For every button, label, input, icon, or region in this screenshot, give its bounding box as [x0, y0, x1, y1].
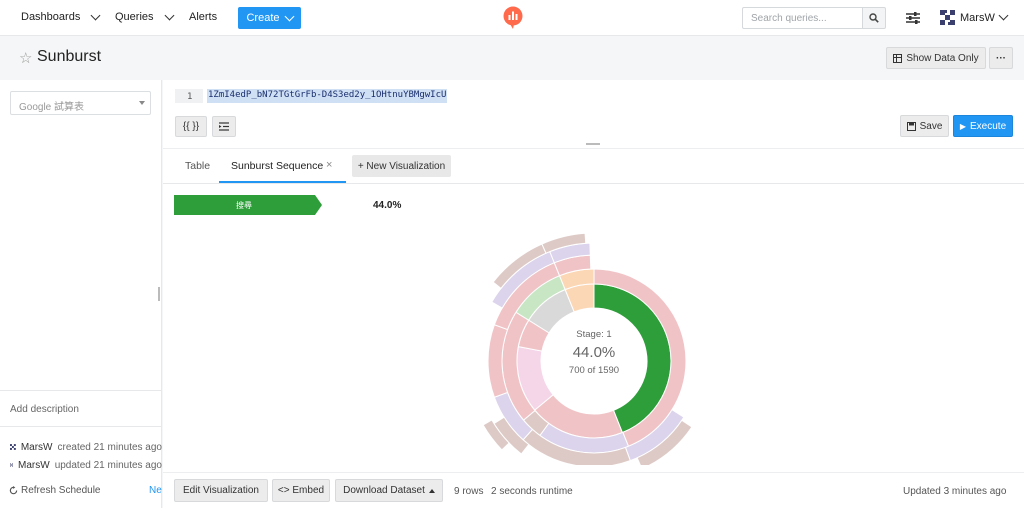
settings-sliders-icon[interactable] [905, 11, 921, 25]
new-visualization-button[interactable]: + New Visualization [352, 155, 451, 177]
edit-visualization-button[interactable]: Edit Visualization [174, 479, 268, 502]
autocomplete-toggle-button[interactable] [212, 116, 236, 137]
show-data-only-label: Show Data Only [906, 52, 979, 64]
save-icon [906, 121, 916, 131]
close-tab-icon[interactable]: × [326, 159, 332, 171]
edit-visualization-label: Edit Visualization [183, 485, 259, 496]
tab-sunburst-sequence[interactable]: Sunburst Sequence [231, 160, 323, 172]
save-button[interactable]: Save [900, 115, 949, 137]
activity-user: MarsW [20, 441, 53, 453]
nav-queries[interactable]: Queries [115, 11, 154, 23]
search-button[interactable] [862, 7, 886, 29]
nav-queries-label: Queries [115, 11, 154, 23]
show-data-only-button[interactable]: Show Data Only [886, 47, 986, 69]
search-icon [869, 13, 879, 23]
activity-text: updated 21 minutes ago [54, 459, 162, 471]
refresh-schedule-label: Refresh Schedule [21, 485, 101, 496]
breadcrumb-percentage: 44.0% [373, 200, 402, 211]
refresh-schedule-value[interactable]: Never [149, 485, 162, 496]
line-number: 1 [187, 92, 193, 102]
data-source-value: Google 試算表 [19, 102, 85, 113]
activity-updated: MarsW updated 21 minutes ago [10, 458, 162, 472]
table-icon [893, 53, 903, 63]
nav-dashboards-label: Dashboards [21, 11, 81, 23]
add-description-link[interactable]: Add description [10, 404, 79, 415]
editor-resize-handle[interactable] [586, 143, 600, 145]
tabs-divider [163, 183, 1024, 184]
embed-button[interactable]: <> Embed [272, 479, 330, 502]
activity-created: MarsW created 21 minutes ago [10, 440, 162, 454]
username: MarsW [960, 11, 995, 24]
activity-text: created 21 minutes ago [57, 441, 162, 453]
format-label: {{ }} [182, 121, 200, 132]
breadcrumb-label: 搜尋 [236, 200, 252, 210]
row-count: 9 rows [454, 486, 484, 497]
avatar [10, 444, 16, 450]
avatar [10, 463, 14, 467]
tab-table[interactable]: Table [185, 160, 210, 172]
query-header [0, 37, 1024, 79]
never-label: Never [149, 485, 162, 496]
runtime: 2 seconds runtime [491, 486, 573, 497]
divider [0, 390, 162, 391]
create-button[interactable]: Create [238, 7, 301, 29]
nav-dashboards[interactable]: Dashboards [21, 11, 80, 23]
new-visualization-label: + New Visualization [357, 160, 446, 172]
dropdown-caret-icon [139, 101, 145, 105]
last-updated: Updated 3 minutes ago [903, 486, 1007, 497]
more-options-button[interactable]: ··· [989, 47, 1013, 69]
nav-alerts[interactable]: Alerts [189, 11, 217, 23]
format-query-button[interactable]: {{ }} [175, 116, 207, 137]
query-text[interactable]: 1ZmI4edP_bN72TGtGrFb-D4S3ed2y_1OHtnuYBMg… [207, 89, 448, 103]
sunburst-chart[interactable]: Stage: 1 44.0% 700 of 1590 [462, 215, 726, 465]
divider [0, 426, 162, 427]
caret-up-icon [428, 488, 435, 493]
play-icon: ▶ [959, 121, 966, 131]
resize-handle[interactable] [158, 287, 160, 301]
more-label: ··· [996, 52, 1006, 64]
page-title[interactable]: Sunburst [37, 48, 101, 66]
indent-icon [219, 122, 229, 131]
chevron-down-icon [998, 10, 1009, 21]
favorite-star-icon[interactable]: ☆ [19, 49, 32, 67]
center-stage-label: Stage: 1 [576, 329, 611, 340]
sequence-breadcrumb: 搜尋 [174, 195, 322, 215]
download-dataset-button[interactable]: Download Dataset [335, 479, 443, 502]
execute-label: Execute [970, 120, 1007, 132]
center-count: 700 of 1590 [569, 365, 619, 376]
save-label: Save [919, 120, 943, 132]
create-label: Create [246, 12, 280, 24]
download-dataset-label: Download Dataset [343, 485, 425, 496]
refresh-icon [9, 486, 18, 495]
redash-logo-icon[interactable] [503, 6, 523, 30]
data-source-select[interactable]: Google 試算表 [10, 91, 151, 115]
execute-button[interactable]: ▶ Execute [953, 115, 1013, 137]
search-input[interactable] [742, 7, 862, 29]
embed-label: <> Embed [277, 485, 325, 496]
user-menu[interactable]: MarsW [940, 10, 1009, 25]
refresh-schedule[interactable]: Refresh Schedule [9, 485, 101, 496]
avatar [940, 10, 955, 25]
chevron-down-icon [284, 11, 294, 21]
activity-user: MarsW [18, 459, 50, 471]
nav-alerts-label: Alerts [189, 11, 218, 23]
center-percentage: 44.0% [573, 344, 616, 361]
